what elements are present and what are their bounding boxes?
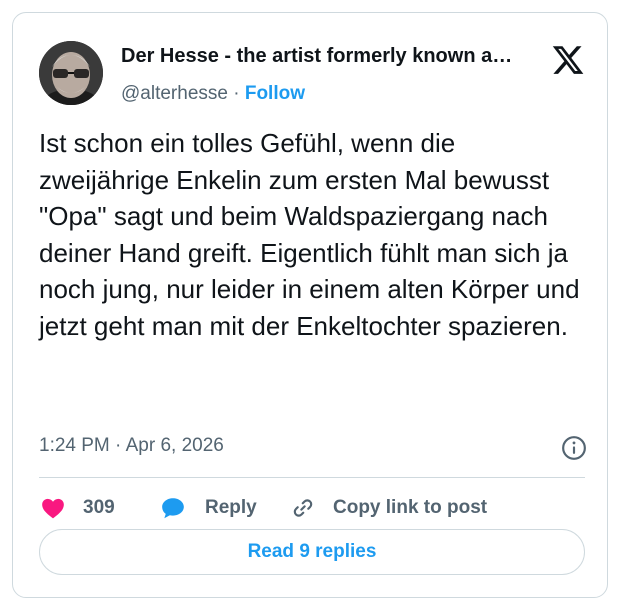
reply-button[interactable]: Reply bbox=[159, 493, 257, 523]
separator: · bbox=[233, 83, 240, 104]
info-icon[interactable] bbox=[561, 435, 587, 461]
read-replies-button[interactable]: Read 9 replies bbox=[39, 529, 585, 575]
copy-link-label: Copy link to post bbox=[333, 497, 488, 518]
author-handle[interactable]: @alterhesse bbox=[121, 83, 228, 104]
avatar-image bbox=[39, 41, 103, 105]
like-button[interactable]: 309 bbox=[39, 493, 115, 523]
read-replies-label: Read 9 replies bbox=[247, 541, 377, 562]
speech-bubble-icon bbox=[162, 498, 184, 519]
like-count: 309 bbox=[83, 497, 115, 518]
tweet-card: Der Hesse - the artist formerly known a…… bbox=[12, 12, 608, 598]
reply-label: Reply bbox=[205, 497, 257, 518]
x-logo-icon[interactable] bbox=[551, 43, 585, 77]
follow-button[interactable]: Follow bbox=[245, 83, 305, 104]
divider bbox=[39, 477, 585, 478]
handle-row: @alterhesse · Follow bbox=[121, 83, 305, 105]
avatar[interactable] bbox=[39, 41, 103, 105]
copy-link-button[interactable]: Copy link to post bbox=[289, 493, 487, 523]
heart-icon bbox=[42, 498, 64, 519]
link-icon bbox=[293, 499, 313, 517]
author-name[interactable]: Der Hesse - the artist formerly known a… bbox=[121, 45, 512, 68]
timestamp[interactable]: 1:24 PM · Apr 6, 2026 bbox=[39, 435, 224, 457]
tweet-text: Ist schon ein tolles Gefühl, wenn die zw… bbox=[39, 128, 580, 341]
